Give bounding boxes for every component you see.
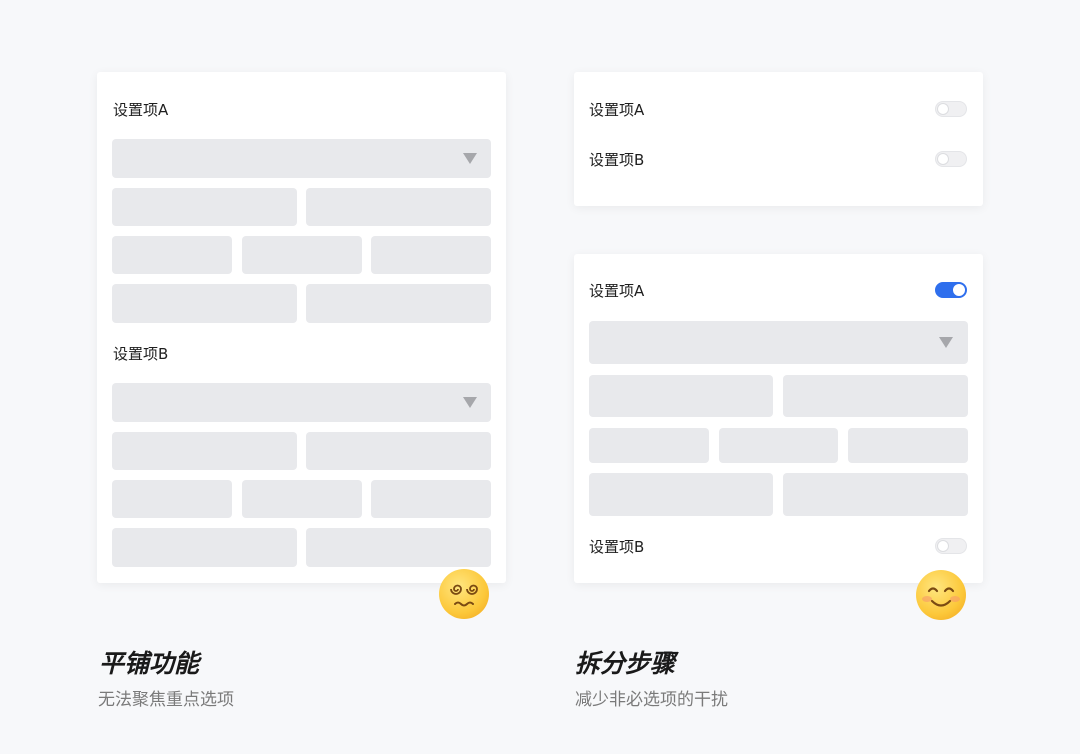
setting-b-field[interactable] bbox=[371, 480, 491, 518]
setting-b-field[interactable] bbox=[306, 528, 491, 567]
toggle-knob bbox=[937, 153, 949, 165]
setting-a-field[interactable] bbox=[589, 375, 773, 417]
setting-a-label: 设置项A bbox=[589, 282, 645, 300]
setting-a-toggle[interactable] bbox=[935, 282, 967, 298]
setting-a-field[interactable] bbox=[719, 428, 838, 463]
setting-a-field[interactable] bbox=[589, 473, 773, 516]
smiling-face-icon bbox=[916, 570, 966, 620]
setting-b-label: 设置项B bbox=[589, 538, 645, 556]
setting-a-field[interactable] bbox=[306, 284, 491, 323]
toggle-knob bbox=[937, 540, 949, 552]
setting-a-field[interactable] bbox=[112, 188, 297, 226]
setting-a-field[interactable] bbox=[371, 236, 491, 274]
setting-a-field[interactable] bbox=[242, 236, 362, 274]
setting-a-label: 设置项A bbox=[113, 101, 169, 119]
setting-b-field[interactable] bbox=[242, 480, 362, 518]
setting-a-select[interactable] bbox=[589, 321, 968, 364]
setting-b-field[interactable] bbox=[112, 480, 232, 518]
collapsed-settings-card: 设置项A 设置项B bbox=[574, 72, 983, 206]
setting-b-label: 设置项B bbox=[113, 345, 169, 363]
setting-a-field[interactable] bbox=[112, 284, 297, 323]
setting-a-field[interactable] bbox=[783, 375, 968, 417]
toggle-knob bbox=[953, 284, 965, 296]
dropdown-arrow-icon bbox=[463, 153, 477, 164]
setting-b-toggle[interactable] bbox=[935, 151, 967, 167]
dropdown-arrow-icon bbox=[463, 397, 477, 408]
dizzy-face-icon bbox=[439, 569, 489, 619]
flat-caption-title: 平铺功能 bbox=[99, 649, 200, 678]
setting-b-toggle[interactable] bbox=[935, 538, 967, 554]
toggle-knob bbox=[937, 103, 949, 115]
split-caption-subtitle: 减少非必选项的干扰 bbox=[575, 690, 728, 710]
setting-a-toggle[interactable] bbox=[935, 101, 967, 117]
setting-a-field[interactable] bbox=[112, 236, 232, 274]
dropdown-arrow-icon bbox=[939, 337, 953, 348]
setting-b-field[interactable] bbox=[112, 432, 297, 470]
setting-a-field[interactable] bbox=[306, 188, 491, 226]
setting-b-label: 设置项B bbox=[589, 151, 645, 169]
setting-a-field[interactable] bbox=[848, 428, 968, 463]
setting-b-field[interactable] bbox=[306, 432, 491, 470]
setting-a-label: 设置项A bbox=[589, 101, 645, 119]
setting-b-field[interactable] bbox=[112, 528, 297, 567]
expanded-settings-card: 设置项A 设置项B bbox=[574, 254, 983, 583]
flat-caption-subtitle: 无法聚焦重点选项 bbox=[98, 690, 234, 710]
flat-settings-card: 设置项A 设置项B bbox=[97, 72, 506, 583]
split-caption-title: 拆分步骤 bbox=[575, 649, 676, 678]
setting-a-field[interactable] bbox=[589, 428, 709, 463]
setting-a-select[interactable] bbox=[112, 139, 491, 178]
setting-b-select[interactable] bbox=[112, 383, 491, 422]
setting-a-field[interactable] bbox=[783, 473, 968, 516]
